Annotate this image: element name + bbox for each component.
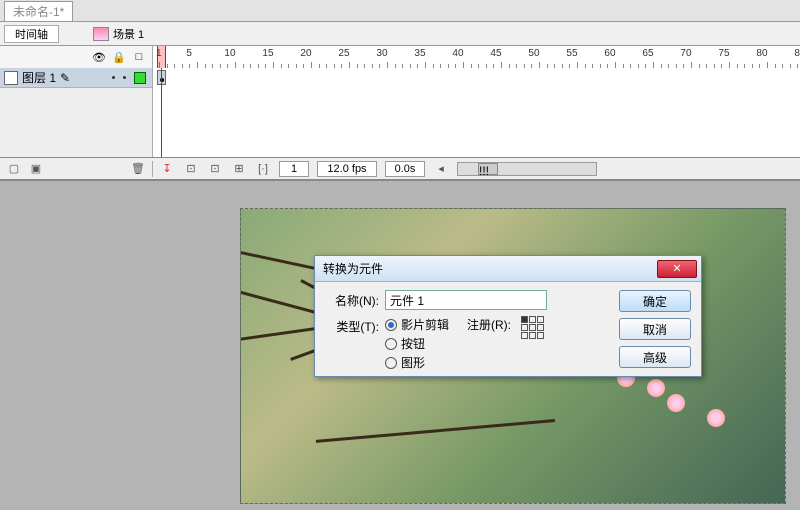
goto-first-icon[interactable]: ↧ <box>159 161 175 177</box>
visibility-dot[interactable] <box>112 76 115 79</box>
radio-graphic[interactable]: 图形 <box>385 354 449 371</box>
scroll-left-icon[interactable]: ◂ <box>433 161 449 177</box>
fps-field[interactable]: 12.0 fps <box>317 161 377 177</box>
edit-multiple-icon[interactable]: ⊞ <box>231 161 247 177</box>
elapsed-time-field[interactable]: 0.0s <box>385 161 425 177</box>
scene-label[interactable]: 场景 1 <box>65 26 144 42</box>
cancel-button[interactable]: 取消 <box>619 318 691 340</box>
onion-skin-icon[interactable]: ⊡ <box>183 161 199 177</box>
frames-track[interactable] <box>152 68 800 88</box>
file-tabs-bar: 未命名-1* <box>0 0 800 22</box>
lock-icon[interactable]: 🔒 <box>112 50 126 64</box>
new-layer-icon[interactable]: ▢ <box>6 161 22 177</box>
file-tab[interactable]: 未命名-1* <box>4 1 73 21</box>
eye-icon[interactable]: 👁 <box>92 50 106 64</box>
layer-type-icon <box>4 71 18 85</box>
outline-icon[interactable]: □ <box>132 50 146 64</box>
new-folder-icon[interactable]: ▣ <box>28 161 44 177</box>
advanced-button[interactable]: 高级 <box>619 346 691 368</box>
hscrollbar[interactable]: !!! <box>457 162 597 176</box>
playhead[interactable] <box>157 46 166 68</box>
onion-markers-icon[interactable]: [·] <box>255 161 271 177</box>
lock-dot[interactable] <box>123 76 126 79</box>
hscroll-thumb[interactable]: !!! <box>478 163 498 175</box>
timeline-panel: 👁 🔒 □ 1510152025303540455055606570758085… <box>0 46 800 181</box>
outline-color[interactable] <box>134 72 146 84</box>
secondary-tabs: 时间轴 场景 1 <box>0 22 800 46</box>
radio-movieclip[interactable]: 影片剪辑 <box>385 316 449 333</box>
layer-name: 图层 1 <box>22 69 56 86</box>
name-label: 名称(N): <box>325 290 379 309</box>
onion-outline-icon[interactable]: ⊡ <box>207 161 223 177</box>
layer-row[interactable]: 图层 1 ✎ <box>0 68 800 88</box>
registration-label: 注册(R): <box>467 316 511 333</box>
trash-icon[interactable]: 🗑 <box>130 161 146 177</box>
dialog-titlebar[interactable]: 转换为元件 ✕ <box>315 256 701 282</box>
close-button[interactable]: ✕ <box>657 260 697 278</box>
dialog-title: 转换为元件 <box>323 260 383 277</box>
ok-button[interactable]: 确定 <box>619 290 691 312</box>
radio-button[interactable]: 按钮 <box>385 335 449 352</box>
registration-grid[interactable] <box>521 316 544 339</box>
tab-timeline[interactable]: 时间轴 <box>4 25 59 43</box>
pencil-icon: ✎ <box>60 71 70 85</box>
current-frame-field[interactable]: 1 <box>279 161 309 177</box>
timeline-controls: ▢ ▣ 🗑 ↧ ⊡ ⊡ ⊞ [·] 1 12.0 fps 0.0s ◂ !!! <box>0 158 800 180</box>
type-label: 类型(T): <box>325 316 379 335</box>
symbol-name-input[interactable] <box>385 290 547 310</box>
timeline-ruler[interactable]: 1510152025303540455055606570758085 <box>152 46 800 68</box>
convert-to-symbol-dialog: 转换为元件 ✕ 名称(N): 类型(T): 影片剪辑 按钮 图形 注册(R): <box>314 255 702 377</box>
